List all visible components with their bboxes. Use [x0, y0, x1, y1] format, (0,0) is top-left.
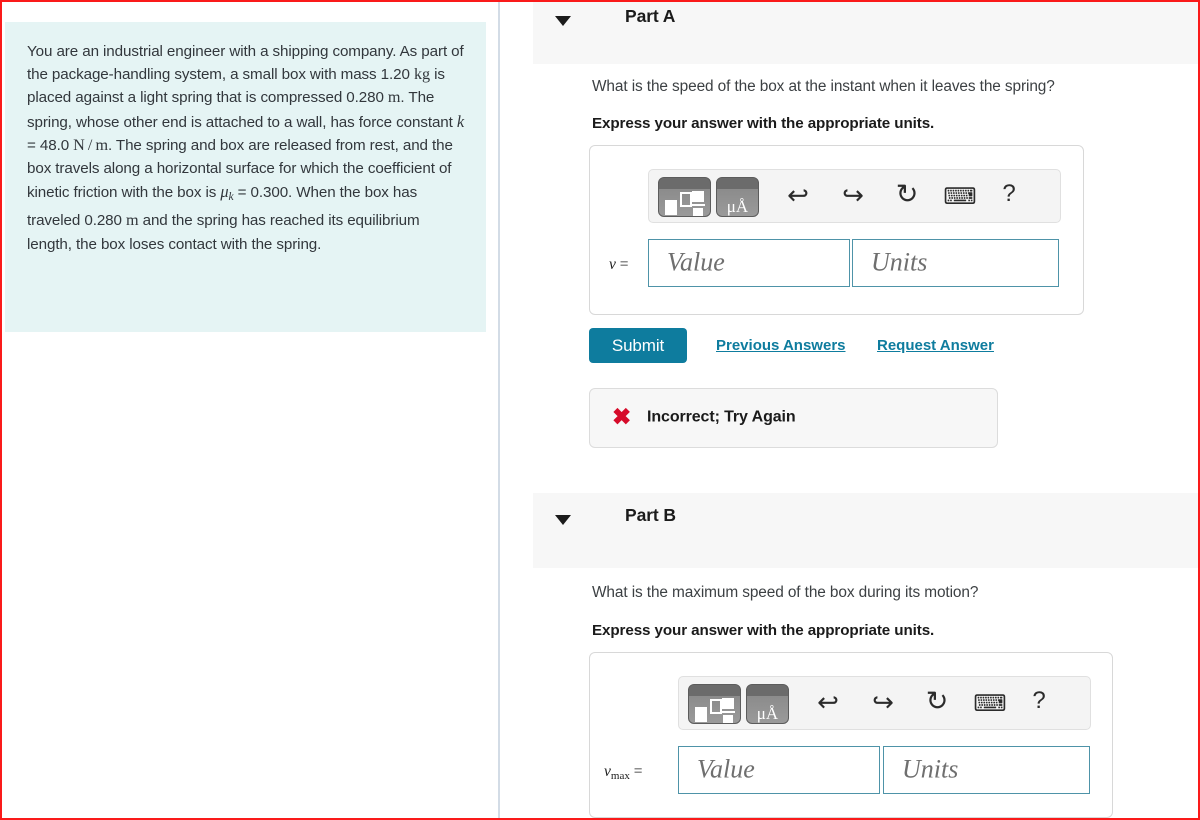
- math-unit: N / m: [73, 135, 108, 154]
- tile-cap: [717, 178, 758, 189]
- value-placeholder: Value: [667, 247, 725, 277]
- problem-panel: You are an industrial engineer with a sh…: [2, 2, 496, 818]
- part-a-value-input[interactable]: Value: [648, 239, 850, 287]
- units-template-icon[interactable]: μÅ: [716, 177, 759, 217]
- variable-symbol: v: [609, 256, 616, 273]
- problem-statement-card: You are an industrial engineer with a sh…: [5, 22, 486, 332]
- collapse-caret-icon[interactable]: [555, 515, 571, 525]
- template-fraction-bar: [691, 204, 705, 206]
- part-a-answer-box: μÅ ↩ ↪ ↻ ⌨ ? v = Value Units: [589, 145, 1084, 315]
- part-a-question: What is the speed of the box at the inst…: [592, 78, 1055, 95]
- tile-cap: [659, 178, 710, 189]
- redo-icon[interactable]: ↪: [836, 182, 870, 208]
- math-variable: k: [456, 111, 465, 131]
- math-template-icon[interactable]: [658, 177, 711, 217]
- template-fraction-bar: [721, 711, 735, 713]
- part-b-units-input[interactable]: Units: [883, 746, 1090, 794]
- part-b-header[interactable]: Part B: [533, 493, 1198, 568]
- tile-cap: [689, 685, 740, 696]
- problem-statement-text: You are an industrial engineer with a sh…: [27, 43, 465, 253]
- math-variable: μk: [220, 182, 234, 204]
- math-unit: m: [387, 88, 401, 107]
- keyboard-icon[interactable]: ⌨: [971, 692, 1009, 715]
- template-block-3: [722, 698, 734, 709]
- template-block-4: [693, 208, 703, 216]
- math-subscript: k: [228, 191, 234, 204]
- units-template-icon[interactable]: μÅ: [746, 684, 789, 724]
- template-block-1: [665, 200, 677, 215]
- undo-icon[interactable]: ↩: [781, 182, 815, 208]
- units-tile-label: μÅ: [756, 704, 779, 723]
- math-unit: m: [125, 211, 139, 230]
- incorrect-icon: ✖: [612, 403, 632, 430]
- part-a-units-input[interactable]: Units: [852, 239, 1059, 287]
- variable-symbol: v: [604, 763, 611, 780]
- variable-subscript: max: [610, 769, 630, 782]
- part-b-title: Part B: [625, 505, 676, 525]
- units-tile-label: μÅ: [726, 197, 749, 216]
- tile-cap: [747, 685, 788, 696]
- template-block-1: [695, 707, 707, 722]
- part-b-answer-box: μÅ ↩ ↪ ↻ ⌨ ? vmax = Value Units: [589, 652, 1113, 818]
- part-b-value-input[interactable]: Value: [678, 746, 880, 794]
- template-block-4: [723, 715, 733, 723]
- part-a-request-answer-link[interactable]: Request Answer: [877, 337, 994, 354]
- part-a-instruction: Express your answer with the appropriate…: [592, 115, 935, 132]
- part-a-previous-answers-link[interactable]: Previous Answers: [716, 337, 846, 354]
- redo-icon[interactable]: ↪: [866, 689, 900, 715]
- part-a-feedback-banner: ✖ Incorrect; Try Again: [589, 388, 998, 448]
- part-a-header[interactable]: Part A: [533, 2, 1198, 64]
- reset-icon[interactable]: ↻: [890, 181, 924, 208]
- keyboard-icon[interactable]: ⌨: [941, 185, 979, 208]
- reset-icon[interactable]: ↻: [920, 688, 954, 715]
- part-b-variable-label: vmax =: [604, 763, 643, 782]
- answer-panel: Part A What is the speed of the box at t…: [500, 2, 1198, 818]
- math-unit: kg: [413, 65, 430, 84]
- part-a-variable-label: v =: [609, 256, 629, 273]
- screenshot-root: You are an industrial engineer with a sh…: [0, 0, 1200, 820]
- template-block-3: [692, 191, 704, 202]
- part-a-title: Part A: [625, 6, 676, 26]
- part-a-submit-button[interactable]: Submit: [589, 328, 687, 363]
- collapse-caret-icon[interactable]: [555, 16, 571, 26]
- units-placeholder: Units: [902, 754, 959, 784]
- part-b-question: What is the maximum speed of the box dur…: [592, 584, 979, 601]
- part-a-feedback-text: Incorrect; Try Again: [647, 408, 796, 426]
- part-b-math-toolbar: μÅ ↩ ↪ ↻ ⌨ ?: [678, 676, 1091, 730]
- units-placeholder: Units: [871, 247, 928, 277]
- part-a-math-toolbar: μÅ ↩ ↪ ↻ ⌨ ?: [648, 169, 1061, 223]
- help-icon[interactable]: ?: [1027, 689, 1051, 713]
- undo-icon[interactable]: ↩: [811, 689, 845, 715]
- math-template-icon[interactable]: [688, 684, 741, 724]
- part-b-instruction: Express your answer with the appropriate…: [592, 622, 935, 639]
- value-placeholder: Value: [697, 754, 755, 784]
- help-icon[interactable]: ?: [997, 182, 1021, 206]
